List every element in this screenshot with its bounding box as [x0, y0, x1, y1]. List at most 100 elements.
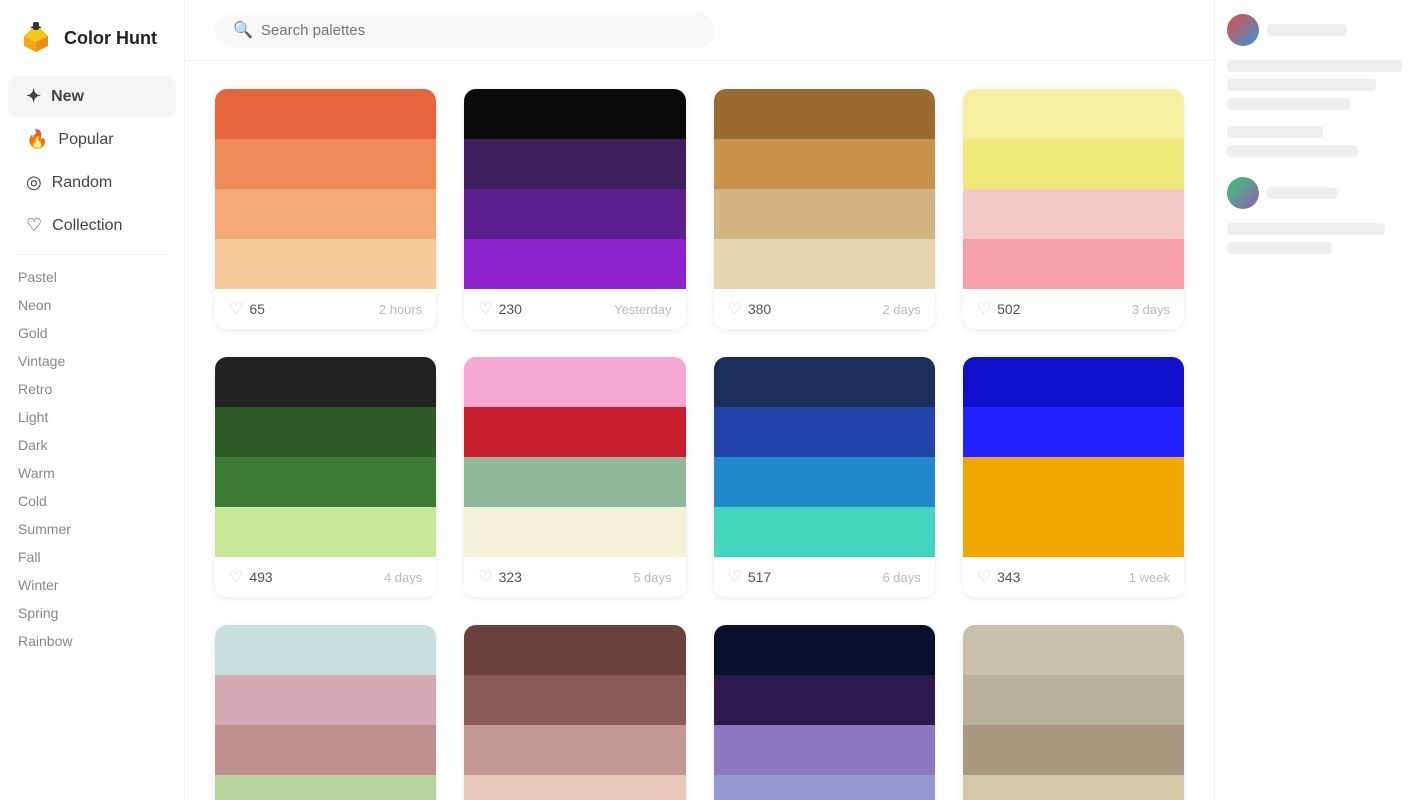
palette-colors — [714, 625, 935, 800]
tag-neon[interactable]: Neon — [0, 291, 184, 319]
color-swatch — [215, 239, 436, 289]
tag-retro[interactable]: Retro — [0, 375, 184, 403]
nav-item-new[interactable]: ✦ New — [8, 76, 176, 117]
nav-item-popular[interactable]: 🔥 Popular — [8, 119, 176, 160]
like-area[interactable]: ♡ 502 — [977, 299, 1021, 319]
palette-card[interactable]: ♡ 65 2 hours — [215, 89, 436, 329]
tag-light[interactable]: Light — [0, 403, 184, 431]
palette-colors — [464, 357, 685, 557]
nav-item-random[interactable]: ◎ Random — [8, 162, 176, 203]
color-swatch — [963, 457, 1184, 507]
palette-colors — [714, 89, 935, 289]
palette-grid: ♡ 65 2 hours ♡ 230 Yesterday ♡ 380 2 day… — [185, 61, 1214, 800]
time-label: 2 hours — [379, 302, 422, 317]
palette-card[interactable]: ♡ 380 2 days — [714, 89, 935, 329]
color-swatch — [714, 775, 935, 800]
tag-vintage[interactable]: Vintage — [0, 347, 184, 375]
like-area[interactable]: ♡ 493 — [229, 567, 273, 587]
like-area[interactable]: ♡ 343 — [977, 567, 1021, 587]
new-icon: ✦ — [26, 86, 41, 107]
color-swatch — [963, 189, 1184, 239]
tag-spring[interactable]: Spring — [0, 599, 184, 627]
like-count: 65 — [249, 301, 265, 317]
tag-pastel[interactable]: Pastel — [0, 263, 184, 291]
like-count: 230 — [499, 301, 522, 317]
like-area[interactable]: ♡ 323 — [478, 567, 522, 587]
palette-card[interactable]: ♡ 323 5 days — [464, 357, 685, 597]
time-label: 4 days — [384, 570, 422, 585]
palette-card[interactable]: ♡ 230 Yesterday — [464, 89, 685, 329]
sidebar: Color Hunt ✦ New🔥 Popular◎ Random♡ Colle… — [0, 0, 185, 800]
time-label: 6 days — [882, 570, 920, 585]
palette-card[interactable]: ♡ — [714, 625, 935, 800]
color-swatch — [963, 775, 1184, 800]
tag-winter[interactable]: Winter — [0, 571, 184, 599]
color-swatch — [215, 775, 436, 800]
palette-card[interactable]: ♡ 517 6 days — [714, 357, 935, 597]
time-label: 1 week — [1129, 570, 1170, 585]
like-area[interactable]: ♡ 65 — [229, 299, 265, 319]
tag-fall[interactable]: Fall — [0, 543, 184, 571]
color-swatch — [714, 239, 935, 289]
tag-gold[interactable]: Gold — [0, 319, 184, 347]
like-count: 380 — [748, 301, 771, 317]
tag-warm[interactable]: Warm — [0, 459, 184, 487]
color-swatch — [464, 139, 685, 189]
blurred-text-4 — [1227, 126, 1323, 138]
color-swatch — [714, 189, 935, 239]
palette-colors — [963, 357, 1184, 557]
color-swatch — [464, 407, 685, 457]
palette-card[interactable]: ♡ 493 4 days — [215, 357, 436, 597]
time-label: Yesterday — [614, 302, 671, 317]
palette-card[interactable]: ♡ — [464, 625, 685, 800]
heart-icon: ♡ — [728, 299, 742, 319]
tag-dark[interactable]: Dark — [0, 431, 184, 459]
collection-icon: ♡ — [26, 215, 42, 236]
heart-icon: ♡ — [229, 567, 243, 587]
palette-footer: ♡ 493 4 days — [215, 557, 436, 597]
blurred-text-3 — [1227, 98, 1350, 110]
like-area[interactable]: ♡ 380 — [728, 299, 772, 319]
color-swatch — [464, 725, 685, 775]
like-area[interactable]: ♡ 517 — [728, 567, 772, 587]
palette-colors — [215, 625, 436, 800]
nav-menu: ✦ New🔥 Popular◎ Random♡ Collection — [0, 76, 184, 246]
palette-colors — [215, 89, 436, 289]
avatar — [1227, 14, 1259, 46]
time-label: 2 days — [882, 302, 920, 317]
color-swatch — [714, 725, 935, 775]
like-area[interactable]: ♡ 230 — [478, 299, 522, 319]
palette-card[interactable]: ♡ 502 3 days — [963, 89, 1184, 329]
tag-summer[interactable]: Summer — [0, 515, 184, 543]
color-swatch — [215, 139, 436, 189]
nav-label-random: Random — [52, 174, 112, 192]
palette-card[interactable]: ♡ — [215, 625, 436, 800]
color-swatch — [464, 357, 685, 407]
logo[interactable]: Color Hunt — [0, 10, 184, 74]
tag-cold[interactable]: Cold — [0, 487, 184, 515]
color-swatch — [464, 625, 685, 675]
color-swatch — [714, 507, 935, 557]
color-swatch — [963, 89, 1184, 139]
avatar-2 — [1227, 177, 1259, 209]
color-swatch — [464, 89, 685, 139]
tag-rainbow[interactable]: Rainbow — [0, 627, 184, 655]
like-count: 323 — [499, 569, 522, 585]
palette-footer: ♡ 517 6 days — [714, 557, 935, 597]
search-input[interactable] — [261, 22, 697, 39]
color-swatch — [963, 507, 1184, 557]
nav-item-collection[interactable]: ♡ Collection — [8, 205, 176, 246]
color-swatch — [215, 507, 436, 557]
blurred-text-7 — [1227, 242, 1332, 254]
color-swatch — [963, 725, 1184, 775]
palette-colors — [963, 89, 1184, 289]
blurred-text-6 — [1227, 223, 1385, 235]
color-swatch — [215, 189, 436, 239]
search-bar[interactable]: 🔍 — [215, 12, 715, 48]
palette-card[interactable]: ♡ — [963, 625, 1184, 800]
palette-card[interactable]: ♡ 343 1 week — [963, 357, 1184, 597]
color-swatch — [963, 675, 1184, 725]
heart-icon: ♡ — [728, 567, 742, 587]
color-swatch — [963, 407, 1184, 457]
like-count: 343 — [997, 569, 1020, 585]
